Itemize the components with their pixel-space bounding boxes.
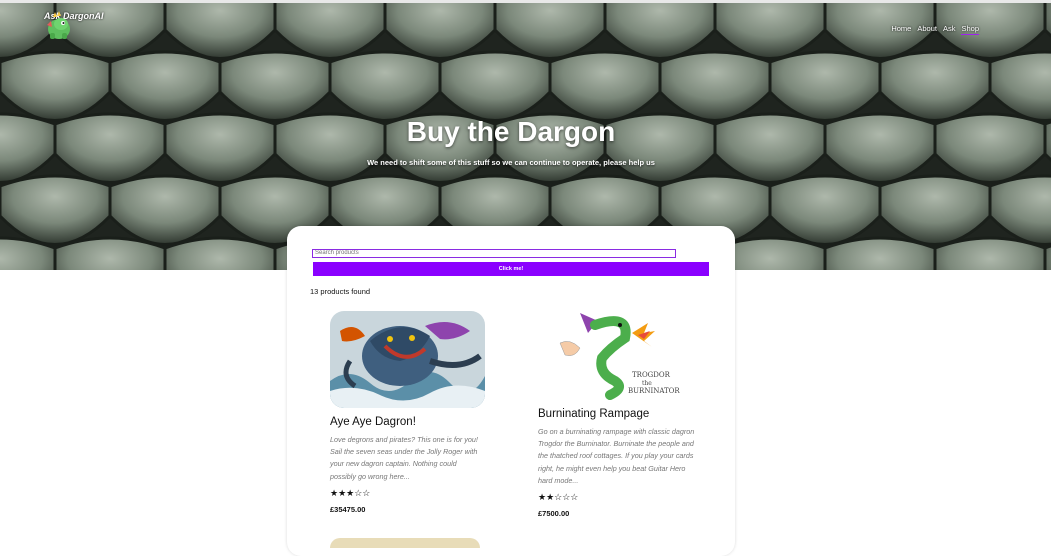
product-count: 13 products found [310,287,371,296]
trogdor-image: TROGDOR the BURNINATOR [540,303,700,400]
trogdor-caption: TROGDOR [632,371,671,379]
page-subtitle: We need to shift some of this stuff so w… [367,158,655,167]
product-name[interactable]: Aye Aye Dagron! [330,416,490,428]
nav-shop[interactable]: Shop [961,24,979,35]
product-image[interactable] [330,311,485,408]
scale-shape [163,236,277,270]
scale-shape [823,236,937,270]
search-input[interactable] [312,249,676,258]
product-price: £7500.00 [538,509,570,519]
rating-stars: ★★★☆☆ [330,487,371,498]
dragon-logo-icon [47,11,70,39]
page-title: Buy the Dargon [406,116,616,147]
trogdor-caption: the [642,380,652,387]
top-border [0,0,1051,3]
product-card[interactable]: Aye Aye Dagron! Love degrons and pirates… [330,311,490,514]
product-description: Love degrons and pirates? This one is fo… [330,435,478,481]
brand-logo[interactable]: Ask DargonAI [44,11,104,39]
scale-shape [933,236,1047,270]
product-card[interactable]: TROGDOR the BURNINATOR Burninating Rampa… [538,303,700,518]
click-me-button[interactable]: Click me! [313,262,709,276]
next-product-image[interactable] [330,538,480,548]
nav-home[interactable]: Home [891,24,911,35]
product-description: Go on a burninating rampage with classic… [538,427,695,485]
pirate-dragon-image [330,311,485,408]
scale-shape [53,236,167,270]
nav-ask[interactable]: Ask [943,24,956,35]
rating-stars: ★★☆☆☆ [538,492,579,503]
product-name[interactable]: Burninating Rampage [538,408,700,420]
main-nav: Home About Ask Shop [891,24,979,35]
shop-card: Click me! 13 products found Aye Aye Dagr… [287,226,735,556]
product-price: £35475.00 [330,504,366,514]
nav-about[interactable]: About [917,24,937,35]
trogdor-caption: BURNINATOR [628,387,680,395]
product-image[interactable]: TROGDOR the BURNINATOR [540,303,700,400]
